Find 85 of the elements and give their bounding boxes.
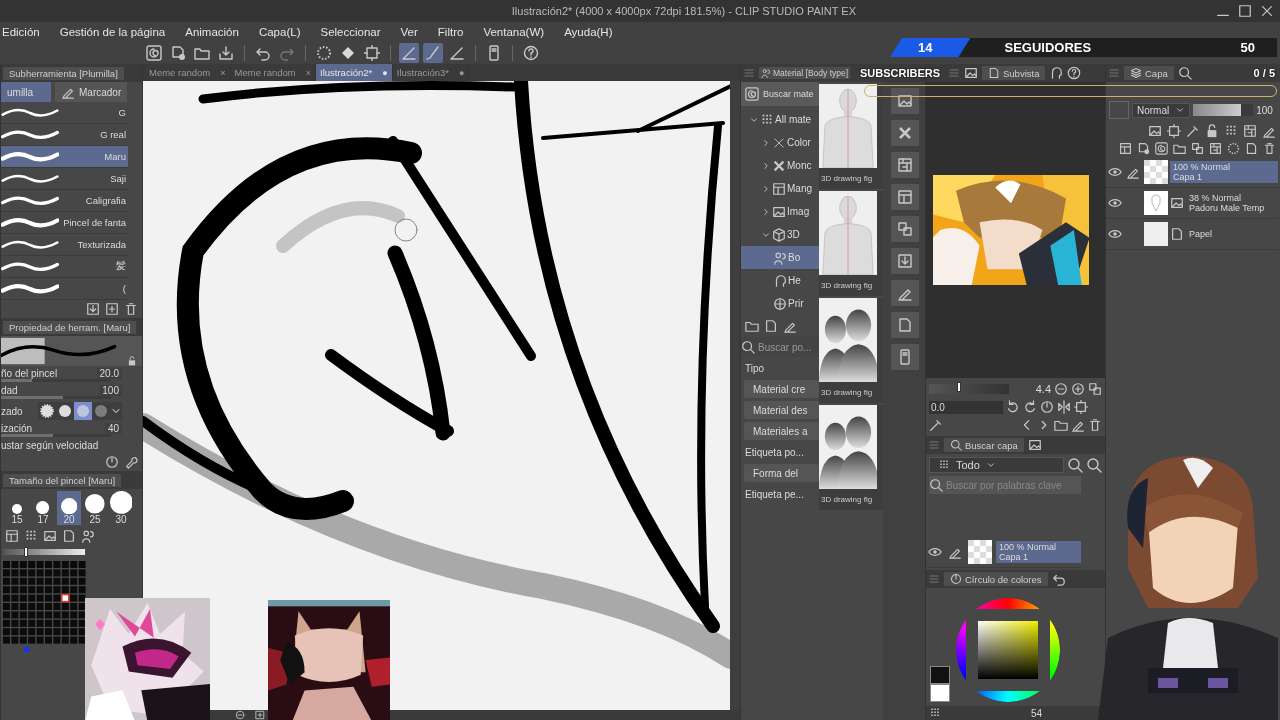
menu-item[interactable]: Filtro [437,26,464,38]
goal-target: 50 [1240,40,1255,55]
panel-tab[interactable]: Propiedad de herram. [Maru] [3,320,137,334]
angle-field[interactable]: 0.0 [929,400,1003,414]
tree-item[interactable]: Imag [741,200,819,223]
material-caption: 3D drawing fig [820,173,874,185]
brush-item[interactable]: G [1,102,128,124]
layer-mode: 100 % Normal [999,542,1058,552]
page-number: 54 [1030,707,1042,719]
tree-item[interactable]: Color [741,131,819,154]
panel-tab[interactable]: Subherramienta [Plumilla] [3,66,124,80]
brush-item[interactable]: Saji [1,168,128,190]
brush-item[interactable]: ( [1,278,128,300]
tree-item[interactable]: 3D [741,223,819,246]
zoom-value: 4.4 [1035,383,1051,395]
opacity-value: 100 [1256,104,1273,116]
layer-row[interactable]: Papel [1106,219,1278,250]
property-label: ustar según velocidad [1,440,100,451]
menu-item[interactable]: Edición [2,26,40,38]
brush-item[interactable]: Caligrafia [1,190,128,212]
property-label: ño del pincel [1,368,58,379]
tag-button[interactable]: Materiales a [744,422,819,440]
layer-row[interactable]: 38 % Normal Padoru Male Temp [1106,188,1278,219]
tag-button[interactable]: Material des [744,401,819,419]
menu-item[interactable]: Ayuda(H) [564,26,613,38]
document-tab[interactable]: Ilustración2* ● [316,64,393,81]
brush-size-item[interactable]: 17 [31,491,55,525]
tag-heading: Tipo [744,361,766,376]
panel-tab[interactable]: Capa [1124,66,1174,80]
filter-dropdown[interactable]: Todo [929,457,1064,473]
menu-item[interactable]: Ventana(W) [483,26,545,38]
tag-heading: Etiqueta po... [744,445,805,460]
brush-item[interactable]: Texturizada [1,234,128,256]
layer-name: Papel [1189,229,1214,239]
window-title: Ilustración2* (4000 x 4000px 72dpi 181.5%) - CLIP STUDIO PAINT EX [511,5,856,17]
panel-tab[interactable]: Tamaño del pincel [Maru] [3,473,122,487]
subscriber-label: SUBSCRIBERS [860,67,941,81]
sub-tool-tab[interactable]: umilla [1,82,51,102]
brush-size-item[interactable]: 20 [57,491,81,525]
material-caption: 3D drawing fig [820,280,874,292]
tree-item[interactable]: Bo [741,246,819,269]
tag-button[interactable]: Material cre [744,380,819,398]
subscriber-count: 0 / 5 [1253,67,1275,81]
menu-item[interactable]: Capa(L) [258,26,301,38]
property-label: ización [1,423,33,434]
layer-row[interactable]: 100 % Normal Capa 1 [926,537,1081,568]
panel-tab[interactable]: Buscar capa [944,438,1024,452]
property-label: dad [1,385,18,396]
menu-item[interactable]: Seleccionar [320,26,381,38]
material-caption: 3D drawing fig [820,387,874,399]
tree-item[interactable]: All mate [741,108,819,131]
menu-item[interactable]: Animación [185,26,239,38]
tag-button[interactable]: Forma del [744,464,819,482]
brush-size-item[interactable]: 30 [109,491,133,525]
value-spinner[interactable]: 100 [99,385,122,396]
value-spinner[interactable]: 40 [104,423,122,434]
tree-item[interactable]: Mang [741,177,819,200]
tree-item[interactable]: Prir [741,292,819,315]
goal-label: SEGUIDORES [1004,40,1092,55]
blend-mode-dropdown[interactable]: Normal [1132,102,1191,118]
brush-item[interactable]: 髪 [1,256,128,278]
layer-mode: 100 % Normal [1173,162,1232,172]
brush-size-item[interactable]: 25 [83,491,107,525]
tree-item[interactable]: Monc [741,154,819,177]
tree-item[interactable]: He [741,269,819,292]
layer-row[interactable]: 100 % Normal Capa 1 [1106,157,1278,188]
panel-tab[interactable]: Subvista [982,66,1046,80]
sub-tool-tab[interactable]: Marcador [55,82,128,102]
panel-tab[interactable]: Círculo de colores [944,572,1048,586]
search-button[interactable]: Buscar mate [741,82,819,106]
brush-item[interactable]: Pincel de fanta [1,212,128,234]
layer-name: Padoru Male Temp [1189,203,1266,213]
panel-tab[interactable]: Material [Body type] [759,67,851,79]
tag-heading: Etiqueta pe... [744,487,805,502]
material-caption: 3D drawing fig [820,494,874,506]
brush-size-item[interactable]: 15 [5,491,29,525]
property-label: zado [1,405,23,417]
value-spinner[interactable]: 20.0 [96,368,122,379]
layer-mode: 38 % Normal [1189,193,1243,203]
document-tab[interactable]: Ilustración3* ● [392,64,470,81]
layer-name: Capa 1 [999,552,1030,562]
menu-item[interactable]: Gestión de la página [59,26,166,38]
brush-item[interactable]: Maru [1,146,128,168]
layer-name: Capa 1 [1173,172,1204,182]
menu-item[interactable]: Ver [400,26,418,38]
